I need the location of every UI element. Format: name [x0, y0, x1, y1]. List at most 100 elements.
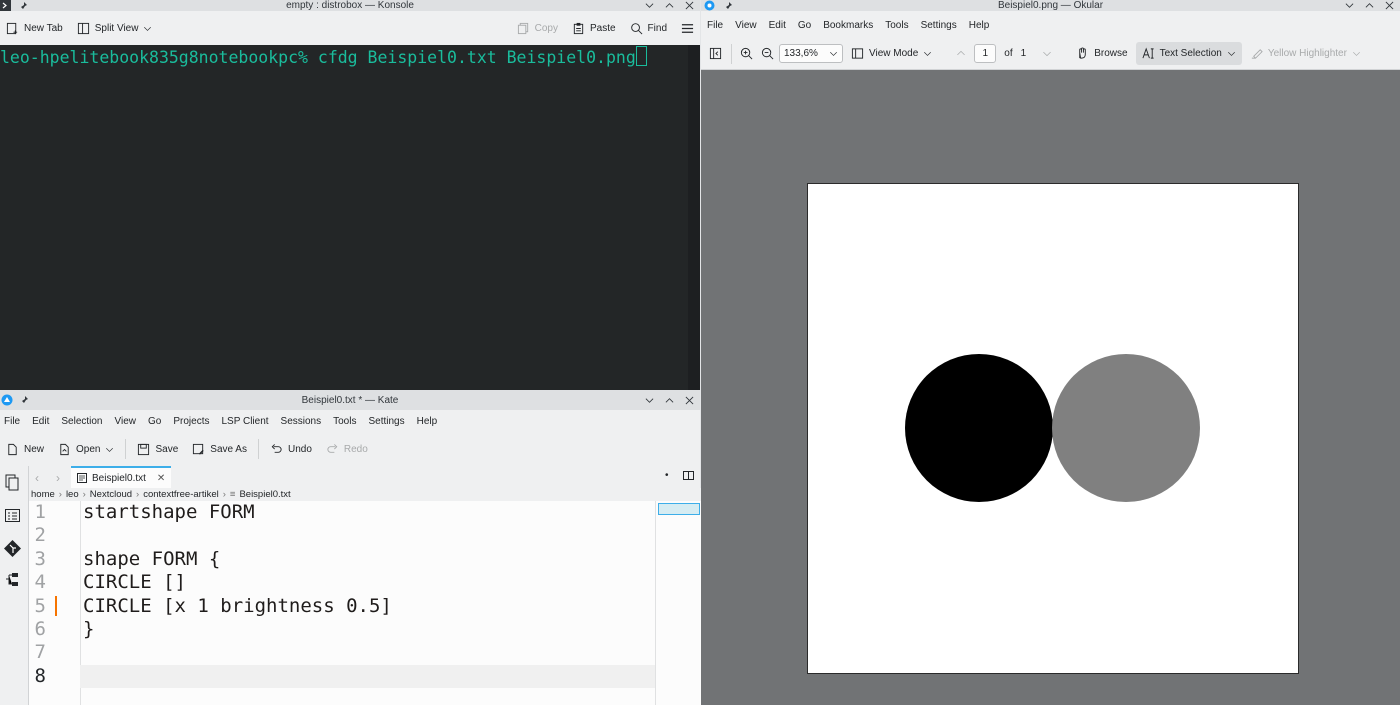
new-button[interactable]: New: [0, 438, 50, 460]
next-page-button[interactable]: [1028, 43, 1058, 65]
view-mode-button[interactable]: View Mode: [845, 43, 938, 65]
page-number-input[interactable]: 1: [974, 44, 997, 63]
menu-help[interactable]: Help: [963, 20, 996, 31]
menu-go[interactable]: Go: [792, 20, 817, 31]
tab-beispiel0[interactable]: Beispiel0.txt ✕: [71, 466, 171, 488]
menu-edit[interactable]: Edit: [763, 20, 792, 31]
menu-settings[interactable]: Settings: [362, 416, 410, 427]
chevron-down-icon[interactable]: [105, 443, 114, 456]
zoom-out-button[interactable]: [758, 43, 777, 65]
sidebar-toggle-button[interactable]: [701, 43, 726, 65]
menu-view[interactable]: View: [109, 416, 143, 427]
documents-panel-icon[interactable]: [4, 474, 21, 494]
symbols-panel-icon[interactable]: [4, 507, 21, 527]
okular-window: Beispiel0.png — Okular File View Edit Go…: [701, 0, 1400, 705]
minimap[interactable]: [655, 501, 701, 705]
search-icon: [630, 22, 642, 34]
close-button[interactable]: [684, 1, 694, 11]
minimize-button[interactable]: [644, 1, 654, 11]
breadcrumb-item[interactable]: contextfree-artikel: [143, 489, 219, 500]
split-view-label: Split View: [94, 22, 139, 34]
code-editor[interactable]: 1 startshape FORM 2 3 shape FORM {4 CIRCLE []…: [29, 501, 701, 705]
close-tab-icon[interactable]: ✕: [157, 473, 165, 484]
zoom-select[interactable]: 133,6%: [779, 44, 843, 63]
terminal-output[interactable]: leo-hpelitebook835g8notebookpc% cfdg Bei…: [0, 45, 688, 390]
sidebar-toggle-icon: [709, 47, 722, 60]
pin-icon[interactable]: [19, 390, 29, 410]
minimize-button[interactable]: [1344, 1, 1354, 11]
find-button[interactable]: Find: [624, 17, 673, 39]
menu-bookmarks[interactable]: Bookmarks: [817, 20, 879, 31]
menu-file[interactable]: File: [0, 416, 26, 427]
previous-page-button[interactable]: [940, 43, 972, 65]
kate-tabbar: ‹ › Beispiel0.txt ✕ •: [29, 466, 700, 488]
breadcrumb-item[interactable]: leo: [66, 489, 79, 500]
menu-file[interactable]: File: [701, 20, 729, 31]
pin-tab-icon[interactable]: •: [665, 470, 669, 481]
toolbar-separator: [731, 43, 732, 64]
menu-lsp-client[interactable]: LSP Client: [215, 416, 274, 427]
okular-app-icon: [704, 0, 715, 11]
back-arrow-icon[interactable]: ‹: [35, 471, 39, 485]
menu-settings[interactable]: Settings: [915, 20, 963, 31]
line-number: 5: [34, 594, 46, 617]
split-view-icon: [77, 22, 89, 34]
projects-tree-icon[interactable]: [4, 571, 21, 591]
breadcrumb-item[interactable]: Beispiel0.txt: [239, 489, 290, 500]
pin-icon[interactable]: [18, 0, 28, 11]
maximize-button[interactable]: [664, 1, 674, 11]
line-number: 4: [34, 571, 46, 594]
zoom-out-icon: [761, 47, 774, 60]
menu-projects[interactable]: Projects: [167, 416, 215, 427]
pin-icon[interactable]: [723, 0, 733, 11]
yellow-highlighter-button[interactable]: Yellow Highlighter: [1244, 43, 1367, 65]
menu-tools[interactable]: Tools: [879, 20, 914, 31]
text-selection-label: Text Selection: [1159, 48, 1222, 59]
menu-go[interactable]: Go: [142, 416, 167, 427]
new-tab-label: New Tab: [24, 22, 63, 34]
split-view-button[interactable]: Split View: [71, 17, 159, 39]
undo-button[interactable]: Undo: [264, 438, 318, 460]
menu-edit[interactable]: Edit: [26, 416, 55, 427]
minimize-button[interactable]: [644, 395, 654, 405]
git-icon[interactable]: [3, 539, 22, 561]
split-editor-icon[interactable]: [683, 470, 694, 484]
save-as-icon: [193, 443, 204, 455]
minimap-viewport[interactable]: [658, 503, 700, 515]
forward-arrow-icon[interactable]: ›: [56, 471, 60, 485]
maximize-button[interactable]: [664, 395, 674, 405]
document-page[interactable]: [807, 183, 1299, 674]
menu-sessions[interactable]: Sessions: [275, 416, 328, 427]
paste-button[interactable]: Paste: [566, 17, 622, 39]
save-button[interactable]: Save: [131, 438, 184, 460]
close-button[interactable]: [1384, 1, 1394, 11]
menu-view[interactable]: View: [729, 20, 763, 31]
line-number: 2: [34, 524, 46, 547]
open-button[interactable]: Open: [52, 438, 120, 460]
rendered-image: [905, 354, 1200, 502]
copy-button[interactable]: Copy: [511, 17, 564, 39]
maximize-button[interactable]: [1364, 1, 1374, 11]
breadcrumb-item[interactable]: home: [31, 489, 55, 500]
new-tab-button[interactable]: New Tab: [0, 17, 69, 39]
kate-app-icon: [1, 390, 13, 410]
redo-button[interactable]: Redo: [320, 438, 374, 460]
close-button[interactable]: [684, 395, 694, 405]
highlighter-icon: [1251, 49, 1263, 59]
code-line: 5 CIRCLE [x 1 brightness 0.5]: [29, 595, 655, 618]
total-pages: 1: [1020, 48, 1027, 59]
kate-menubar: File Edit Selection View Go Projects LSP…: [0, 410, 700, 432]
terminal-scrollbar[interactable]: [688, 45, 700, 390]
breadcrumb-separator-icon: ›: [222, 489, 226, 500]
browse-button[interactable]: Browse: [1070, 43, 1133, 65]
save-as-button[interactable]: Save As: [186, 438, 253, 460]
menu-selection[interactable]: Selection: [55, 416, 108, 427]
text-selection-button[interactable]: Text Selection: [1135, 42, 1242, 65]
menu-tools[interactable]: Tools: [327, 416, 362, 427]
code-text: shape FORM {: [83, 547, 221, 570]
hamburger-menu-button[interactable]: [675, 17, 700, 39]
save-icon: [138, 443, 150, 455]
breadcrumb-item[interactable]: Nextcloud: [90, 489, 132, 500]
zoom-in-button[interactable]: [737, 43, 756, 65]
menu-help[interactable]: Help: [411, 416, 444, 427]
